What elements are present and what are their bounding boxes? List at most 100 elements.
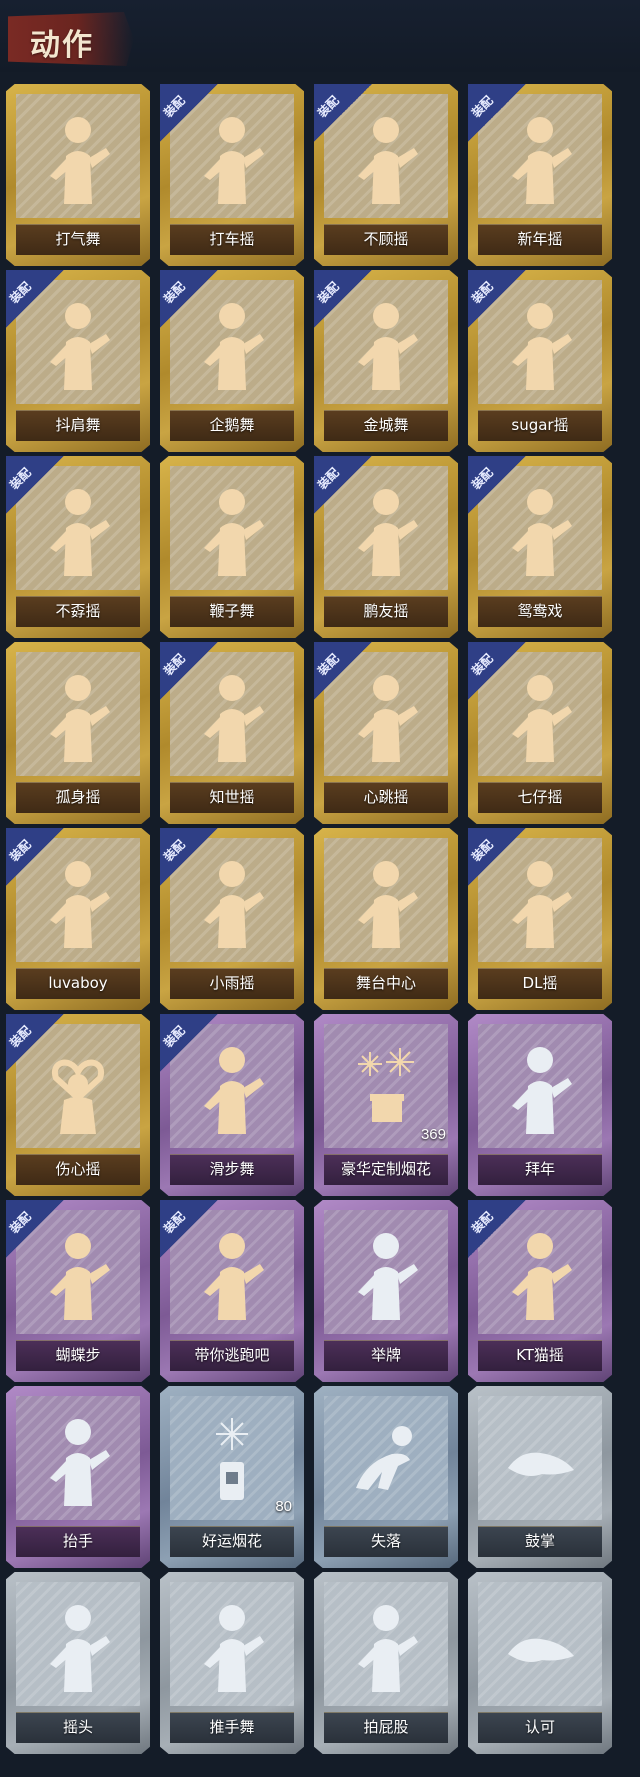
emote-name: 推手舞 xyxy=(209,1718,255,1736)
equipped-badge-text: 装配 xyxy=(160,279,188,307)
thumbs-up-icon xyxy=(508,1638,574,1662)
fireworks-can-icon xyxy=(216,1418,248,1500)
emote-card[interactable]: 舞台中心 xyxy=(314,828,458,1010)
emote-name: 鸳鸯戏 xyxy=(517,602,563,620)
emote-card[interactable]: KT猫摇 装配 xyxy=(468,1200,612,1382)
emote-name: 鹏友摇 xyxy=(363,602,409,620)
dance-figure-icon xyxy=(204,489,264,576)
equipped-badge-text: 装配 xyxy=(468,651,496,679)
equipped-badge: 装配 xyxy=(468,456,526,514)
equipped-badge: 装配 xyxy=(6,828,64,886)
emote-name: 孤身摇 xyxy=(55,788,101,806)
emote-name: KT猫摇 xyxy=(516,1346,564,1364)
emote-name: 舞台中心 xyxy=(355,974,416,992)
equipped-badge-text: 装配 xyxy=(468,93,496,121)
equipped-badge-text: 装配 xyxy=(314,93,342,121)
crawl-figure-icon xyxy=(356,1426,412,1490)
emote-card[interactable]: 伤心摇 装配 xyxy=(6,1014,150,1196)
equipped-badge: 装配 xyxy=(468,642,526,700)
emote-card[interactable]: 打气舞 xyxy=(6,84,150,266)
equipped-badge: 装配 xyxy=(6,270,64,328)
emote-card[interactable]: 拍屁股 xyxy=(314,1572,458,1754)
pat-figure-icon xyxy=(358,1605,418,1692)
equipped-badge: 装配 xyxy=(468,270,526,328)
emote-name: 失落 xyxy=(370,1532,401,1550)
equipped-badge: 装配 xyxy=(314,642,372,700)
emote-name: luvaboy xyxy=(48,974,108,992)
emote-card[interactable]: 打车摇 装配 xyxy=(160,84,304,266)
emote-card[interactable]: 抬手 xyxy=(6,1386,150,1568)
emote-name: 摇头 xyxy=(62,1718,93,1736)
shake-head-icon xyxy=(50,1605,110,1692)
emote-card[interactable]: 金城舞 装配 xyxy=(314,270,458,452)
emote-card[interactable]: 蝴蝶步 装配 xyxy=(6,1200,150,1382)
equipped-badge-text: 装配 xyxy=(160,1209,188,1237)
emote-card[interactable]: DL摇 装配 xyxy=(468,828,612,1010)
emote-name: 伤心摇 xyxy=(55,1160,101,1178)
equipped-badge: 装配 xyxy=(160,270,218,328)
dance-figure-icon xyxy=(50,117,110,204)
equipped-badge-text: 装配 xyxy=(6,279,34,307)
emote-name: 蝴蝶步 xyxy=(55,1346,101,1364)
emote-name: 拜年 xyxy=(524,1160,555,1178)
emote-card[interactable]: 不顾摇 装配 xyxy=(314,84,458,266)
emote-card[interactable]: 鹏友摇 装配 xyxy=(314,456,458,638)
emote-card[interactable]: 鸳鸯戏 装配 xyxy=(468,456,612,638)
emote-card[interactable]: 认可 xyxy=(468,1572,612,1754)
emote-card[interactable]: 新年摇 装配 xyxy=(468,84,612,266)
emote-name: 认可 xyxy=(524,1718,555,1736)
equipped-badge-text: 装配 xyxy=(468,1209,496,1237)
emote-name: 打车摇 xyxy=(209,230,255,248)
bow-figure-icon xyxy=(512,1047,572,1134)
equipped-badge: 装配 xyxy=(160,828,218,886)
equipped-badge-text: 装配 xyxy=(468,465,496,493)
emote-card[interactable]: 企鹅舞 装配 xyxy=(160,270,304,452)
equipped-badge: 装配 xyxy=(314,84,372,142)
emote-name: 知世摇 xyxy=(209,788,255,806)
emote-name: 打气舞 xyxy=(55,230,101,248)
emote-card[interactable]: 鞭子舞 xyxy=(160,456,304,638)
emote-card[interactable]: 80 好运烟花 xyxy=(160,1386,304,1568)
emote-card[interactable]: sugar摇 装配 xyxy=(468,270,612,452)
emote-card[interactable]: 带你逃跑吧 装配 xyxy=(160,1200,304,1382)
emote-name: 滑步舞 xyxy=(209,1160,255,1178)
emote-card[interactable]: 鼓掌 xyxy=(468,1386,612,1568)
emote-card[interactable]: 失落 xyxy=(314,1386,458,1568)
emote-name: 鼓掌 xyxy=(524,1532,555,1550)
dance-figure-icon xyxy=(50,675,110,762)
equipped-badge: 装配 xyxy=(160,1014,218,1072)
equipped-badge-text: 装配 xyxy=(160,93,188,121)
emote-card[interactable]: 心跳摇 装配 xyxy=(314,642,458,824)
emote-card[interactable]: 拜年 xyxy=(468,1014,612,1196)
equipped-badge-text: 装配 xyxy=(468,837,496,865)
equipped-badge-text: 装配 xyxy=(314,651,342,679)
equipped-badge: 装配 xyxy=(6,1200,64,1258)
equipped-badge: 装配 xyxy=(6,1014,64,1072)
emote-name: 举牌 xyxy=(370,1346,401,1364)
equipped-badge: 装配 xyxy=(468,828,526,886)
emote-card[interactable]: 七仔摇 装配 xyxy=(468,642,612,824)
emote-card[interactable]: luvaboy 装配 xyxy=(6,828,150,1010)
emote-card[interactable]: 举牌 xyxy=(314,1200,458,1382)
equipped-badge-text: 装配 xyxy=(160,1023,188,1051)
raise-hand-icon xyxy=(50,1419,110,1506)
equipped-badge: 装配 xyxy=(468,84,526,142)
emote-card[interactable]: 小雨摇 装配 xyxy=(160,828,304,1010)
emote-card[interactable]: 不孬摇 装配 xyxy=(6,456,150,638)
emote-name: 企鹅舞 xyxy=(209,416,255,434)
emote-card[interactable]: 摇头 xyxy=(6,1572,150,1754)
emote-card[interactable]: 知世摇 装配 xyxy=(160,642,304,824)
emote-card[interactable]: 抖肩舞 装配 xyxy=(6,270,150,452)
item-count: 369 xyxy=(420,1126,446,1143)
clap-hands-icon xyxy=(508,1452,574,1476)
emote-card[interactable]: 滑步舞 装配 xyxy=(160,1014,304,1196)
dance-figure-icon xyxy=(358,861,418,948)
emote-name: 抬手 xyxy=(62,1532,93,1550)
equipped-badge: 装配 xyxy=(6,456,64,514)
emote-card[interactable]: 369 豪华定制烟花 xyxy=(314,1014,458,1196)
emote-card[interactable]: 孤身摇 xyxy=(6,642,150,824)
equipped-badge-text: 装配 xyxy=(6,837,34,865)
emote-name: 抖肩舞 xyxy=(55,416,101,434)
equipped-badge-text: 装配 xyxy=(468,279,496,307)
emote-card[interactable]: 推手舞 xyxy=(160,1572,304,1754)
